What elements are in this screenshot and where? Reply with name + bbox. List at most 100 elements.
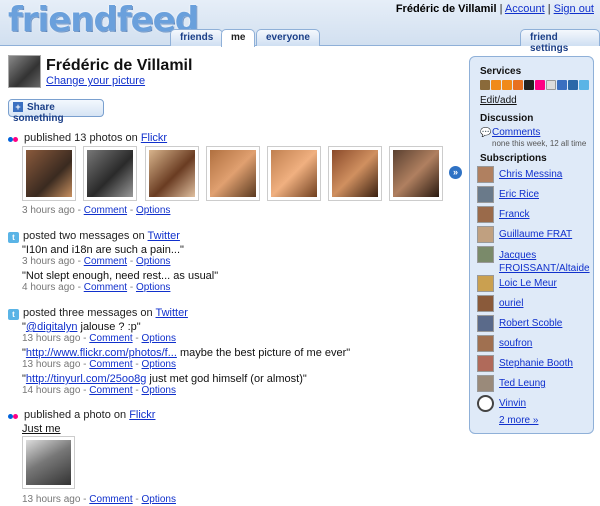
subscription-item[interactable]: ouriel bbox=[477, 295, 592, 313]
delicious-icon[interactable] bbox=[524, 80, 534, 90]
service-link[interactable]: Flickr bbox=[141, 132, 167, 144]
separator: - bbox=[127, 282, 136, 293]
photo-thumb[interactable] bbox=[389, 146, 443, 201]
message-link[interactable]: http://tinyurl.com/25oo8g bbox=[26, 373, 146, 385]
separator: - bbox=[127, 256, 136, 267]
comments-note: none this week, 12 all time bbox=[492, 139, 587, 148]
subscription-item[interactable]: Jacques FROISSANT/Altaide bbox=[477, 246, 592, 276]
message-link[interactable]: @digitalyn bbox=[26, 321, 78, 333]
separator: - bbox=[74, 282, 84, 293]
comment-link[interactable]: Comment bbox=[84, 256, 127, 267]
entry-meta: 14 hours ago - Comment - Options bbox=[22, 385, 176, 396]
subscription-name[interactable]: ouriel bbox=[499, 298, 523, 309]
next-arrow-icon[interactable]: » bbox=[449, 166, 462, 179]
photo-thumb[interactable] bbox=[22, 436, 75, 489]
service-link[interactable]: Flickr bbox=[129, 409, 155, 421]
subscription-name[interactable]: Jacques FROISSANT/Altaide bbox=[499, 249, 591, 275]
subscription-item[interactable]: Franck bbox=[477, 206, 592, 224]
change-picture-link[interactable]: Change your picture bbox=[46, 75, 145, 87]
flickr-icon[interactable] bbox=[535, 80, 545, 90]
subscription-item[interactable]: soufron bbox=[477, 335, 592, 353]
tab-friends[interactable]: friends bbox=[170, 29, 224, 46]
service-icon[interactable] bbox=[480, 80, 490, 90]
subscription-item[interactable]: Guillaume FRAT bbox=[477, 226, 592, 244]
entry-meta: 4 hours ago - Comment - Options bbox=[22, 282, 170, 293]
options-link[interactable]: Options bbox=[136, 205, 170, 216]
options-link[interactable]: Options bbox=[142, 333, 176, 344]
subscription-name[interactable]: Franck bbox=[499, 209, 530, 220]
subscription-name[interactable]: soufron bbox=[499, 338, 532, 349]
account-link[interactable]: Account bbox=[505, 3, 545, 15]
comments-link[interactable]: Comments bbox=[492, 127, 540, 138]
rss-icon[interactable] bbox=[502, 80, 512, 90]
comment-link[interactable]: Comment bbox=[84, 205, 127, 216]
comment-link[interactable]: Comment bbox=[89, 333, 132, 344]
subscription-item[interactable]: Robert Scoble bbox=[477, 315, 592, 333]
message-text: "http://www.flickr.com/photos/f... maybe… bbox=[22, 347, 350, 359]
comment-link[interactable]: Comment bbox=[84, 282, 127, 293]
service-link[interactable]: Twitter bbox=[148, 230, 180, 242]
more-subscriptions-link[interactable]: 2 more » bbox=[499, 415, 538, 426]
message-link[interactable]: http://www.flickr.com/photos/f... bbox=[26, 347, 177, 359]
service-icons bbox=[480, 80, 590, 92]
entry-text: published 13 photos on bbox=[24, 132, 141, 144]
comment-link[interactable]: Comment bbox=[89, 494, 132, 505]
subscription-item[interactable]: Vinvin bbox=[477, 395, 592, 413]
options-link[interactable]: Options bbox=[142, 359, 176, 370]
linkedin-icon[interactable] bbox=[568, 80, 578, 90]
header: friendfeed Frédéric de Villamil | Accoun… bbox=[0, 0, 600, 54]
options-link[interactable]: Options bbox=[142, 385, 176, 396]
subscription-name[interactable]: Vinvin bbox=[499, 398, 526, 409]
subscription-name[interactable]: Guillaume FRAT bbox=[499, 229, 572, 240]
timestamp: 4 hours ago bbox=[22, 282, 75, 293]
subscription-name[interactable]: Loic Le Meur bbox=[499, 278, 557, 289]
photo-thumb[interactable] bbox=[83, 146, 137, 201]
photo-thumb[interactable] bbox=[267, 146, 321, 201]
options-link[interactable]: Options bbox=[142, 494, 176, 505]
photo-thumb[interactable] bbox=[328, 146, 382, 201]
tab-everyone[interactable]: everyone bbox=[256, 29, 320, 46]
message-body: jalouse ? :p" bbox=[77, 321, 141, 333]
subscription-item[interactable]: Eric Rice bbox=[477, 186, 592, 204]
photo-thumb[interactable] bbox=[206, 146, 260, 201]
message-text: "http://tinyurl.com/25oo8g just met god … bbox=[22, 373, 307, 385]
feed-entry-head: published a photo on Flickr bbox=[8, 409, 155, 421]
subscription-name[interactable]: Robert Scoble bbox=[499, 318, 562, 329]
photo-thumb[interactable] bbox=[145, 146, 199, 201]
blog-icon[interactable] bbox=[513, 80, 523, 90]
subscription-item[interactable]: Chris Messina bbox=[477, 166, 592, 184]
share-button[interactable]: + Share something bbox=[8, 99, 104, 124]
service-link[interactable]: Twitter bbox=[156, 307, 188, 319]
subscription-name[interactable]: Ted Leung bbox=[499, 378, 546, 389]
subscription-item[interactable]: Stephanie Booth bbox=[477, 355, 592, 373]
subscription-item[interactable]: Loic Le Meur bbox=[477, 275, 592, 293]
twitter-icon[interactable] bbox=[579, 80, 589, 90]
subscription-item[interactable]: Ted Leung bbox=[477, 375, 592, 393]
feed-entry-head: published 13 photos on Flickr bbox=[8, 132, 167, 144]
separator: - bbox=[132, 385, 142, 396]
comment-link[interactable]: Comment bbox=[89, 385, 132, 396]
photo-thumb[interactable] bbox=[22, 146, 76, 201]
subscription-name[interactable]: Stephanie Booth bbox=[499, 358, 573, 369]
edit-add-link[interactable]: Edit/add bbox=[480, 95, 517, 106]
tab-friend-settings[interactable]: friend settings bbox=[520, 29, 600, 54]
entry-text: posted two messages on bbox=[23, 230, 148, 242]
subscription-name[interactable]: Eric Rice bbox=[499, 189, 539, 200]
entry-text: published a photo on bbox=[24, 409, 130, 421]
comment-link[interactable]: Comment bbox=[89, 359, 132, 370]
service-icon[interactable] bbox=[546, 80, 556, 90]
message-body: just met god himself (or almost)" bbox=[146, 373, 307, 385]
subscription-name[interactable]: Chris Messina bbox=[499, 169, 562, 180]
comment-bubble-icon: 💬 bbox=[480, 127, 492, 137]
rss-icon[interactable] bbox=[491, 80, 501, 90]
service-icon[interactable] bbox=[557, 80, 567, 90]
flickr-icon bbox=[8, 410, 20, 421]
options-link[interactable]: Options bbox=[136, 256, 170, 267]
photo-title-link[interactable]: Just me bbox=[22, 423, 61, 435]
tab-me[interactable]: me bbox=[221, 29, 256, 47]
options-link[interactable]: Options bbox=[136, 282, 170, 293]
username: Frédéric de Villamil bbox=[395, 3, 497, 15]
signout-link[interactable]: Sign out bbox=[554, 3, 594, 15]
entry-meta: 13 hours ago - Comment - Options bbox=[22, 494, 176, 505]
page-title: Frédéric de Villamil bbox=[46, 57, 193, 74]
